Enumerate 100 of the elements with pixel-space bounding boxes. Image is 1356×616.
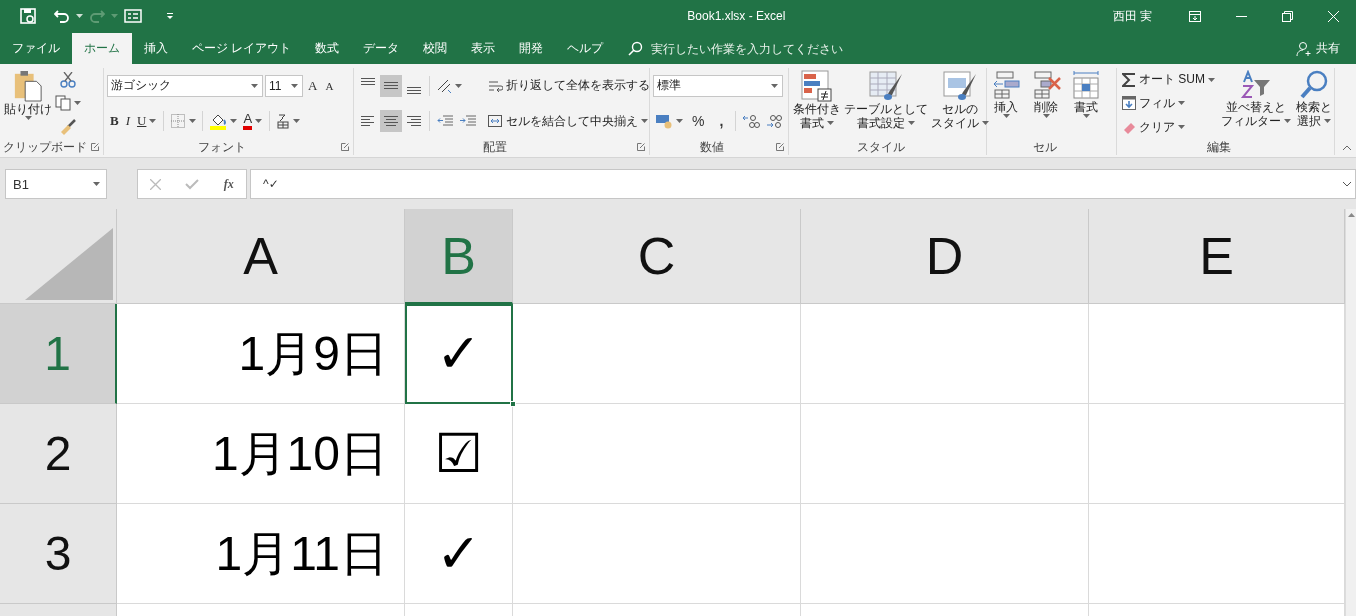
align-center-icon [384, 116, 398, 127]
row-header[interactable]: 3 [0, 504, 117, 604]
table-cell[interactable]: ☑ [405, 404, 513, 504]
fill-button[interactable]: フィル [1120, 92, 1217, 115]
ribbon-tab[interactable]: 開発 [507, 33, 556, 64]
tell-me-field[interactable]: 実行したい作業を入力してください [649, 40, 880, 57]
ribbon-tab[interactable]: 数式 [303, 33, 352, 64]
launcher-icon[interactable] [341, 143, 349, 151]
caret-icon [982, 121, 989, 125]
column-header[interactable]: A [117, 209, 405, 304]
scissors-icon [60, 71, 76, 88]
fill-down-icon [1122, 96, 1136, 111]
increase-decimal-icon [742, 113, 761, 130]
indent-icon [460, 114, 476, 129]
ribbon-tab[interactable]: 校閲 [411, 33, 460, 64]
caret-icon [230, 119, 238, 124]
form-icon[interactable] [124, 8, 142, 24]
table-cell[interactable]: 1月9日 [117, 304, 405, 404]
bold-button[interactable]: B [107, 110, 122, 133]
table-brush-icon [869, 70, 903, 102]
style-button[interactable]: 条件付き 書式 [792, 68, 842, 139]
caret-icon [74, 101, 81, 106]
grow-font-button[interactable]: A [305, 74, 321, 97]
ribbon-tab[interactable]: データ [351, 33, 412, 64]
caret-icon [251, 83, 258, 88]
sort-filter-button[interactable]: 並べ替えと フィルター [1220, 68, 1292, 139]
launcher-icon[interactable] [637, 143, 645, 151]
cells-button[interactable]: 挿入 [990, 68, 1022, 139]
fill-handle[interactable] [510, 401, 516, 407]
row-header[interactable]: 2 [0, 404, 117, 504]
table-cell[interactable]: 1月11日 [117, 504, 405, 604]
wrap-text-button[interactable]: 折り返して全体を表示する [485, 74, 652, 97]
row-header[interactable]: 1 [0, 304, 117, 404]
font-size-field[interactable]: 11 [265, 74, 303, 97]
conditional-format-icon [801, 70, 833, 102]
insert-function-button[interactable]: fx [223, 176, 234, 192]
align-left-icon [361, 116, 375, 127]
number-format-field[interactable]: 標準 [653, 74, 783, 97]
table-cell[interactable] [513, 304, 801, 404]
table-cell[interactable]: ✓ [405, 504, 513, 604]
formula-field[interactable]: ^✓ [250, 169, 1356, 199]
underline-button[interactable]: U [134, 110, 160, 133]
caret-icon [1002, 114, 1010, 118]
magnifier-icon [1299, 70, 1329, 100]
restore-icon [1281, 10, 1293, 22]
ribbon-tab[interactable]: ファイル [0, 33, 72, 64]
merge-center-button[interactable]: セルを結合して中央揃え [485, 110, 652, 133]
window-title: Book1.xlsx - Excel [686, 9, 787, 23]
ribbon-tab[interactable]: ページ レイアウト [180, 33, 304, 64]
ribbon-tab[interactable]: ホーム [72, 33, 132, 64]
table-cell[interactable]: 1月10日 [117, 404, 405, 504]
table-cell[interactable] [513, 504, 801, 604]
font-color-button[interactable]: A [240, 110, 266, 133]
column-header[interactable]: C [513, 209, 801, 304]
font-name-field[interactable]: 游ゴシック [107, 74, 263, 97]
expand-icon[interactable] [1342, 181, 1352, 187]
cells-button[interactable]: 書式 [1070, 68, 1102, 139]
ribbon-tab[interactable]: 表示 [459, 33, 508, 64]
launcher-icon[interactable] [91, 143, 99, 151]
share-button[interactable]: 共有 [1290, 33, 1346, 64]
table-cell[interactable] [801, 404, 1089, 504]
caret-icon [1178, 125, 1185, 130]
column-header[interactable]: D [801, 209, 1089, 304]
table-cell[interactable] [513, 404, 801, 504]
save-icon[interactable] [20, 8, 36, 24]
customize-icon[interactable] [166, 12, 174, 20]
column-header[interactable]: B [405, 209, 513, 304]
table-cell[interactable]: ✓ [405, 304, 513, 404]
table-cell[interactable] [801, 504, 1089, 604]
caret-icon [255, 119, 263, 124]
autosum-button[interactable]: オート SUM [1120, 68, 1217, 91]
paste-button[interactable]: 貼り付け [3, 68, 53, 139]
comma-button[interactable]: , [711, 110, 732, 133]
cells-button[interactable]: 削除 [1030, 68, 1062, 139]
scroll-up-icon[interactable] [1347, 213, 1355, 217]
shrink-font-button[interactable]: A [322, 74, 337, 97]
launcher-icon[interactable] [776, 143, 784, 151]
caret-icon [149, 119, 157, 124]
person-icon [1296, 40, 1312, 57]
ribbon-tab[interactable]: ヘルプ [555, 33, 616, 64]
find-select-button[interactable]: 検索と 選択 [1295, 68, 1333, 139]
style-button[interactable]: テーブルとして 書式設定 [843, 68, 929, 139]
ribbon-tab[interactable]: 挿入 [132, 33, 180, 64]
column-header[interactable]: E [1089, 209, 1345, 304]
caret-icon [189, 119, 197, 124]
group-label: 配置 [482, 138, 507, 156]
copy-icon [55, 95, 71, 112]
italic-button[interactable]: I [122, 110, 133, 133]
clear-button[interactable]: クリア [1120, 116, 1217, 139]
name-box[interactable]: B1 [5, 169, 107, 199]
align-button[interactable] [380, 110, 402, 133]
percent-button[interactable]: % [686, 110, 711, 133]
align-button[interactable] [380, 74, 402, 97]
undo-icon[interactable] [54, 8, 70, 24]
slanted-text-icon [436, 77, 452, 94]
caret-icon [1042, 114, 1050, 118]
collapse-ribbon-icon[interactable] [1342, 145, 1352, 151]
caret-icon [1208, 77, 1215, 82]
table-cell[interactable] [801, 304, 1089, 404]
style-button[interactable]: セルの スタイル [930, 68, 990, 139]
